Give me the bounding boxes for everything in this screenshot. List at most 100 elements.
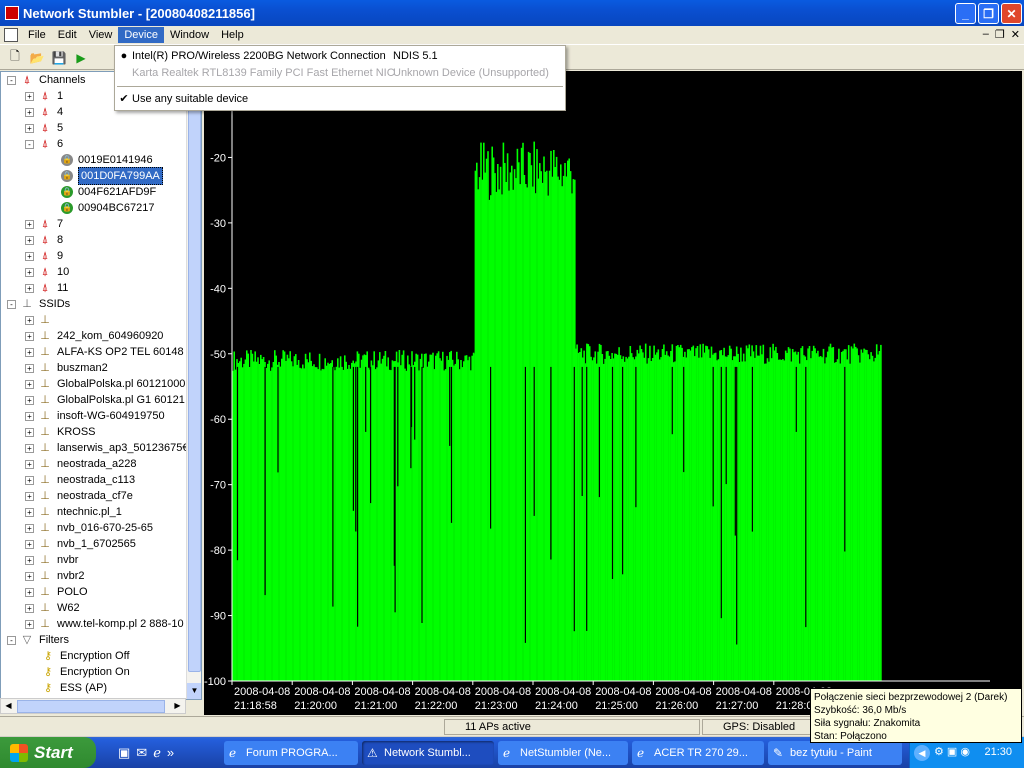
tree-ssid-item[interactable]: + ⊥ POLO xyxy=(25,584,88,600)
expand-icon[interactable]: + xyxy=(25,91,34,101)
tree-ssid-item[interactable]: + ⊥ neostrada_c113 xyxy=(25,472,135,488)
expand-icon[interactable]: + xyxy=(25,427,34,437)
scroll-thumb[interactable] xyxy=(188,90,201,672)
tree-ssid-item[interactable]: + ⊥ lanserwis_ap3_50123675€ xyxy=(25,440,187,456)
maximize-button[interactable]: ❐ xyxy=(978,3,999,24)
tree-ap-004F621AFD9F[interactable]: 🔒 004F621AFD9F xyxy=(61,184,156,200)
tree-channel-7[interactable]: + ⍋ 7 xyxy=(25,216,63,232)
start-button[interactable]: Start xyxy=(0,737,96,768)
tree-ssid-item[interactable]: + ⊥ neostrada_cf7e xyxy=(25,488,133,504)
scroll-down-icon[interactable]: ▼ xyxy=(187,683,201,699)
tree-filter-item[interactable]: ⚷ ESS (AP) xyxy=(41,680,107,696)
outlook-icon[interactable]: ✉ xyxy=(136,745,147,761)
collapse-icon[interactable]: - xyxy=(7,635,16,645)
mdi-close-button[interactable]: ✕ xyxy=(1011,28,1020,41)
expand-icon[interactable]: + xyxy=(25,107,34,117)
expand-icon[interactable]: + xyxy=(25,251,34,261)
expand-icon[interactable]: + xyxy=(25,283,34,293)
task-netstumbler-browser[interactable]: ℯ NetStumbler (Ne... xyxy=(498,741,628,765)
expand-icon[interactable]: + xyxy=(25,219,34,229)
expand-icon[interactable]: + xyxy=(25,379,34,389)
tree-ssid-item[interactable]: + ⊥ insoft-WG-604919750 xyxy=(25,408,165,424)
tree-ssid-item[interactable]: + ⊥ buszman2 xyxy=(25,360,108,376)
expand-icon[interactable]: + xyxy=(25,523,34,533)
mdi-restore-button[interactable]: ❐ xyxy=(995,28,1005,41)
menu-device[interactable]: Device xyxy=(118,27,164,43)
expand-icon[interactable]: + xyxy=(25,363,34,373)
tree-channel-8[interactable]: + ⍋ 8 xyxy=(25,232,63,248)
expand-icon[interactable]: + xyxy=(25,571,34,581)
collapse-icon[interactable]: - xyxy=(25,139,34,149)
expand-icon[interactable]: + xyxy=(25,603,34,613)
hscroll-thumb[interactable] xyxy=(17,700,165,713)
title-bar[interactable]: Network Stumbler - [20080408211856] _ ❐ … xyxy=(0,0,1024,26)
collapse-icon[interactable]: - xyxy=(7,299,16,309)
tree-ssid-item[interactable]: + ⊥ GlobalPolska.pl 60121000 xyxy=(25,376,185,392)
expand-icon[interactable]: + xyxy=(25,123,34,133)
expand-icon[interactable]: + xyxy=(25,395,34,405)
menu-window[interactable]: Window xyxy=(164,27,215,43)
expand-icon[interactable]: + xyxy=(25,555,34,565)
tree-ssid-item[interactable]: + ⊥ nvb_016-670-25-65 xyxy=(25,520,153,536)
task-forum[interactable]: ℯ Forum PROGRA... xyxy=(224,741,358,765)
tree-filters[interactable]: - ▽ Filters xyxy=(7,632,69,648)
more-quicklaunch-icon[interactable]: » xyxy=(167,745,174,761)
expand-icon[interactable]: + xyxy=(25,267,34,277)
tree-channel-10[interactable]: + ⍋ 10 xyxy=(25,264,69,280)
tree-ssid-item[interactable]: + ⊥ ALFA-KS OP2 TEL 60148 xyxy=(25,344,184,360)
tree-channel-11[interactable]: + ⍋ 11 xyxy=(25,280,68,296)
save-icon[interactable]: 💾 xyxy=(50,49,68,67)
expand-icon[interactable]: + xyxy=(25,507,34,517)
collapse-icon[interactable]: - xyxy=(7,75,16,85)
expand-icon[interactable]: + xyxy=(25,491,34,501)
scroll-left-icon[interactable]: ◀ xyxy=(1,699,16,713)
tree-ssid-item[interactable]: + ⊥ xyxy=(25,312,57,328)
show-hidden-icons-icon[interactable]: ◀ xyxy=(914,745,930,761)
device-item-intel[interactable]: ● Intel(R) PRO/Wireless 2200BG Network C… xyxy=(115,48,565,65)
tree-ssid-item[interactable]: + ⊥ neostrada_a228 xyxy=(25,456,137,472)
task-paint[interactable]: ✎ bez tytułu - Paint xyxy=(768,741,902,765)
tree-ap-0019E0141946[interactable]: 🔒 0019E0141946 xyxy=(61,152,153,168)
expand-icon[interactable]: + xyxy=(25,443,34,453)
tree-ssid-item[interactable]: + ⊥ 242_kom_604960920 xyxy=(25,328,163,344)
tree-channel-4[interactable]: + ⍋ 4 xyxy=(25,104,63,120)
tree-channel-9[interactable]: + ⍋ 9 xyxy=(25,248,63,264)
open-folder-icon[interactable]: 📂 xyxy=(28,49,46,67)
browser-icon[interactable]: ℯ xyxy=(153,745,161,761)
menu-view[interactable]: View xyxy=(83,27,119,43)
tree-vertical-scrollbar[interactable]: ▲ ▼ xyxy=(186,72,201,699)
tree-ap-001D0FA799AA[interactable]: 🔒 001D0FA799AA xyxy=(61,167,163,185)
menu-file[interactable]: File xyxy=(22,27,52,43)
task-acer[interactable]: ℯ ACER TR 270 29... xyxy=(632,741,764,765)
menu-help[interactable]: Help xyxy=(215,27,250,43)
tree-channel-1[interactable]: + ⍋ 1 xyxy=(25,88,63,104)
tree-ssid-item[interactable]: + ⊥ ntechnic.pl_1 xyxy=(25,504,122,520)
tree-ssids[interactable]: - ⊥ SSIDs xyxy=(7,296,70,312)
minimize-button[interactable]: _ xyxy=(955,3,976,24)
expand-icon[interactable]: + xyxy=(25,459,34,469)
new-file-icon[interactable]: 🗋 xyxy=(6,49,24,67)
tree-channels[interactable]: - ⍋ Channels xyxy=(7,72,85,88)
expand-icon[interactable]: + xyxy=(25,315,34,325)
tree-ssid-item[interactable]: + ⊥ GlobalPolska.pl G1 60121 xyxy=(25,392,185,408)
start-scan-icon[interactable]: ▶ xyxy=(72,49,90,67)
tree-ssid-item[interactable]: + ⊥ nvb_1_6702565 xyxy=(25,536,136,552)
document-icon[interactable] xyxy=(4,28,18,42)
device-item-auto[interactable]: ✔ Use any suitable device xyxy=(115,91,565,108)
close-button[interactable]: ✕ xyxy=(1001,3,1022,24)
tree-horizontal-scrollbar[interactable]: ◀ ▶ xyxy=(0,698,186,714)
expand-icon[interactable]: + xyxy=(25,619,34,629)
expand-icon[interactable]: + xyxy=(25,539,34,549)
tree-channel-5[interactable]: + ⍋ 5 xyxy=(25,120,63,136)
tree-ssid-item[interactable]: + ⊥ nvbr2 xyxy=(25,568,85,584)
expand-icon[interactable]: + xyxy=(25,347,34,357)
expand-icon[interactable]: + xyxy=(25,331,34,341)
tree-channel-6[interactable]: - ⍋ 6 xyxy=(25,136,63,152)
tree-ssid-item[interactable]: + ⊥ W62 xyxy=(25,600,80,616)
expand-icon[interactable]: + xyxy=(25,475,34,485)
expand-icon[interactable]: + xyxy=(25,411,34,421)
menu-edit[interactable]: Edit xyxy=(52,27,83,43)
tree-filter-item[interactable]: ⚷ Encryption On xyxy=(41,664,130,680)
mdi-minimize-button[interactable]: – xyxy=(983,28,989,41)
tree-ssid-item[interactable]: + ⊥ KROSS xyxy=(25,424,96,440)
